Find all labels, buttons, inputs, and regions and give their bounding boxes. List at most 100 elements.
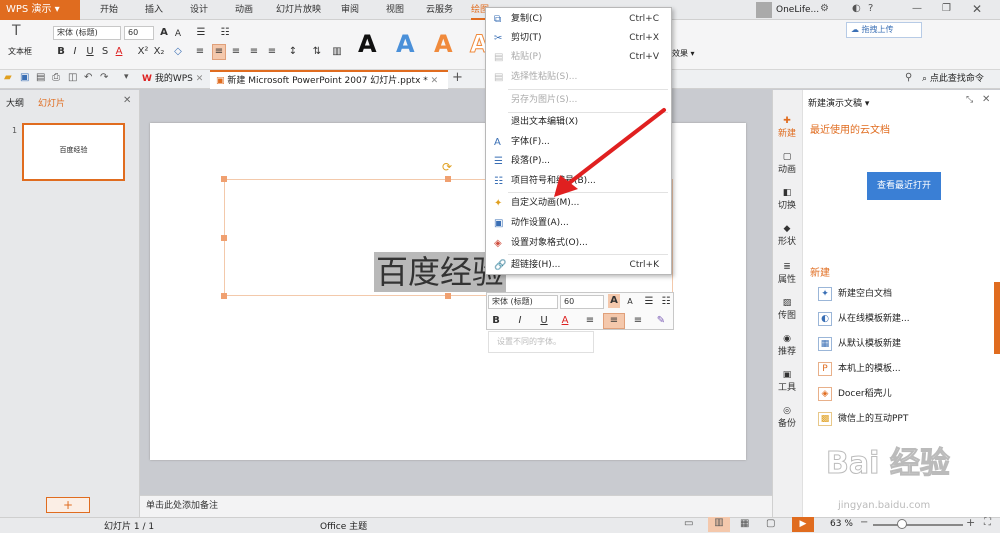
mini-font-size[interactable]: 60 (560, 295, 604, 309)
align-center-icon[interactable]: ≡ (212, 44, 226, 60)
docer-store[interactable]: ◈ Docer稻壳儿 (818, 386, 892, 401)
mini-bullets-icon[interactable]: ☷ (660, 295, 672, 309)
mini-grow-font-icon[interactable]: A (608, 294, 620, 308)
resize-handle[interactable] (221, 176, 227, 182)
font-grow-icon[interactable]: A (158, 26, 170, 40)
underline-icon[interactable]: U (85, 45, 95, 59)
mini-font-name[interactable]: 宋体 (标题) (488, 295, 558, 309)
mini-align-center-icon[interactable]: ≡ (603, 313, 625, 329)
tab-insert[interactable]: 插入 (145, 0, 163, 20)
normal-view-icon[interactable]: ▥ (708, 517, 730, 532)
side-tab-tools[interactable]: ▣ 工具 (772, 370, 802, 393)
mini-underline-icon[interactable]: U (538, 314, 550, 328)
tab-cloud[interactable]: 云服务 (426, 0, 453, 20)
dock-icon[interactable]: ⤡ (966, 95, 973, 105)
fit-window-icon[interactable]: ⛶ (984, 517, 991, 528)
play-slideshow-button[interactable]: ▶ (792, 517, 814, 532)
resize-handle[interactable] (221, 235, 227, 241)
font-size-select[interactable]: 60 (124, 26, 154, 40)
font-shrink-icon[interactable]: A (172, 27, 184, 41)
add-slide-button[interactable]: + (46, 497, 90, 513)
tab-home[interactable]: 开始 (100, 0, 118, 20)
tab-slides[interactable]: 幻灯片 (38, 96, 65, 109)
close-panel-icon[interactable]: ✕ (123, 95, 131, 106)
help-icon[interactable]: ? (868, 3, 873, 14)
notes-toggle-icon[interactable]: ▭ (684, 518, 693, 529)
avatar[interactable] (756, 2, 772, 18)
menu-item-action-settings[interactable]: ▣ 动作设置(A)... (486, 214, 671, 233)
menu-item-paste[interactable]: ▤ 粘贴(P) Ctrl+V (486, 48, 671, 67)
user-name[interactable]: OneLife... (776, 0, 819, 20)
tab-outline[interactable]: 大纲 (6, 96, 24, 109)
wechat-interactive-ppt[interactable]: ▩ 微信上的互动PPT (818, 411, 908, 426)
textbox-label[interactable]: 文本框 (8, 46, 32, 57)
side-tab-backup[interactable]: ◎ 备份 (772, 406, 802, 429)
mini-italic-icon[interactable]: I (514, 314, 526, 328)
tab-my-wps[interactable]: W 我的WPS ✕ (136, 70, 208, 89)
menu-item-paste-special[interactable]: ▤ 选择性粘贴(S)... (486, 68, 671, 87)
superscript-icon[interactable]: X² (136, 45, 150, 59)
side-tab-shape[interactable]: ◆ 形状 (772, 224, 802, 247)
mini-line-spacing-icon[interactable]: ☰ (643, 295, 655, 309)
tab-design[interactable]: 设计 (190, 0, 208, 20)
side-tab-transition[interactable]: ◧ 切换 (772, 188, 802, 211)
open-icon[interactable]: ▰ (4, 72, 12, 83)
menu-item-cut[interactable]: ✂ 剪切(T) Ctrl+X (486, 29, 671, 48)
close-icon[interactable]: ✕ (972, 2, 982, 16)
textbox-icon[interactable]: T (12, 23, 21, 39)
cloud-upload-button[interactable]: ☁ 拖拽上传 (846, 22, 922, 38)
tab-slideshow[interactable]: 幻灯片放映 (276, 0, 321, 20)
reading-view-icon[interactable]: ▢ (766, 518, 775, 529)
bold-icon[interactable]: B (56, 45, 66, 59)
text-direction-icon[interactable]: ⇅ (310, 45, 324, 59)
new-from-default-template[interactable]: ▦ 从默认模板新建 (818, 336, 901, 351)
text-style-blue-icon[interactable]: A (396, 30, 415, 58)
menu-item-format-object[interactable]: ◈ 设置对象格式(O)... (486, 234, 671, 253)
justify-icon[interactable]: ≡ (248, 45, 260, 59)
minimize-icon[interactable]: — (912, 3, 922, 14)
tab-review[interactable]: 审阅 (341, 0, 359, 20)
effects-label[interactable]: 效果 ▾ (672, 48, 695, 59)
mini-bold-icon[interactable]: B (490, 314, 502, 328)
mini-align-right-icon[interactable]: ≡ (632, 314, 644, 328)
resize-handle[interactable] (221, 293, 227, 299)
text-style-black-icon[interactable]: A (358, 30, 377, 58)
resize-handle[interactable] (445, 176, 451, 182)
side-tab-animation[interactable]: ▢ 动画 (772, 152, 802, 175)
collapse-pane-handle[interactable] (994, 282, 1000, 354)
resize-handle[interactable] (445, 293, 451, 299)
export-icon[interactable]: ▤ (36, 72, 45, 83)
app-menu-button[interactable]: WPS 演示 ▾ (0, 0, 80, 20)
zoom-in-icon[interactable]: + (966, 516, 975, 529)
font-color-icon[interactable]: A (114, 45, 124, 59)
slide-thumbnail[interactable]: 百度经验 (22, 123, 125, 181)
align-left-icon[interactable]: ≡ (194, 45, 206, 59)
new-tab-icon[interactable]: + (452, 70, 463, 85)
mini-shrink-font-icon[interactable]: A (625, 295, 635, 309)
clear-format-icon[interactable]: ◇ (172, 45, 184, 59)
restore-icon[interactable]: ❐ (942, 3, 951, 14)
new-blank-doc[interactable]: ✦ 新建空白文档 (818, 286, 892, 301)
pin-icon[interactable]: ⚲ (905, 72, 912, 83)
close-tab-icon[interactable]: ✕ (196, 74, 204, 84)
notes-pane[interactable]: 单击此处添加备注 (140, 495, 772, 517)
customize-chevron-icon[interactable]: ▾ (124, 72, 129, 82)
rotate-handle-icon[interactable]: ⟳ (442, 160, 452, 174)
numbering-icon[interactable]: ☷ (218, 26, 232, 40)
settings-icon[interactable]: ⚙ (820, 3, 829, 14)
mini-align-left-icon[interactable]: ≡ (584, 314, 596, 328)
font-name-select[interactable]: 宋体 (标题) (53, 26, 121, 40)
task-pane-header[interactable]: 新建演示文稿 ▾ (808, 96, 869, 109)
distribute-icon[interactable]: ≡ (266, 45, 278, 59)
close-pane-icon[interactable]: ✕ (982, 94, 990, 105)
side-tab-properties[interactable]: ≣ 属性 (772, 262, 802, 285)
local-templates[interactable]: P 本机上的模板... (818, 361, 901, 376)
print-icon[interactable]: ⎙ (52, 72, 60, 83)
subscript-icon[interactable]: X₂ (152, 45, 166, 59)
save-icon[interactable]: ▣ (20, 72, 29, 83)
side-tab-recommend[interactable]: ◉ 推荐 (772, 334, 802, 357)
mini-font-color-icon[interactable]: A (558, 314, 572, 328)
menu-item-copy[interactable]: ⧉ 复制(C) Ctrl+C (486, 10, 671, 29)
menu-item-hyperlink[interactable]: 🔗 超链接(H)... Ctrl+K (486, 256, 671, 275)
tab-animation[interactable]: 动画 (235, 0, 253, 20)
